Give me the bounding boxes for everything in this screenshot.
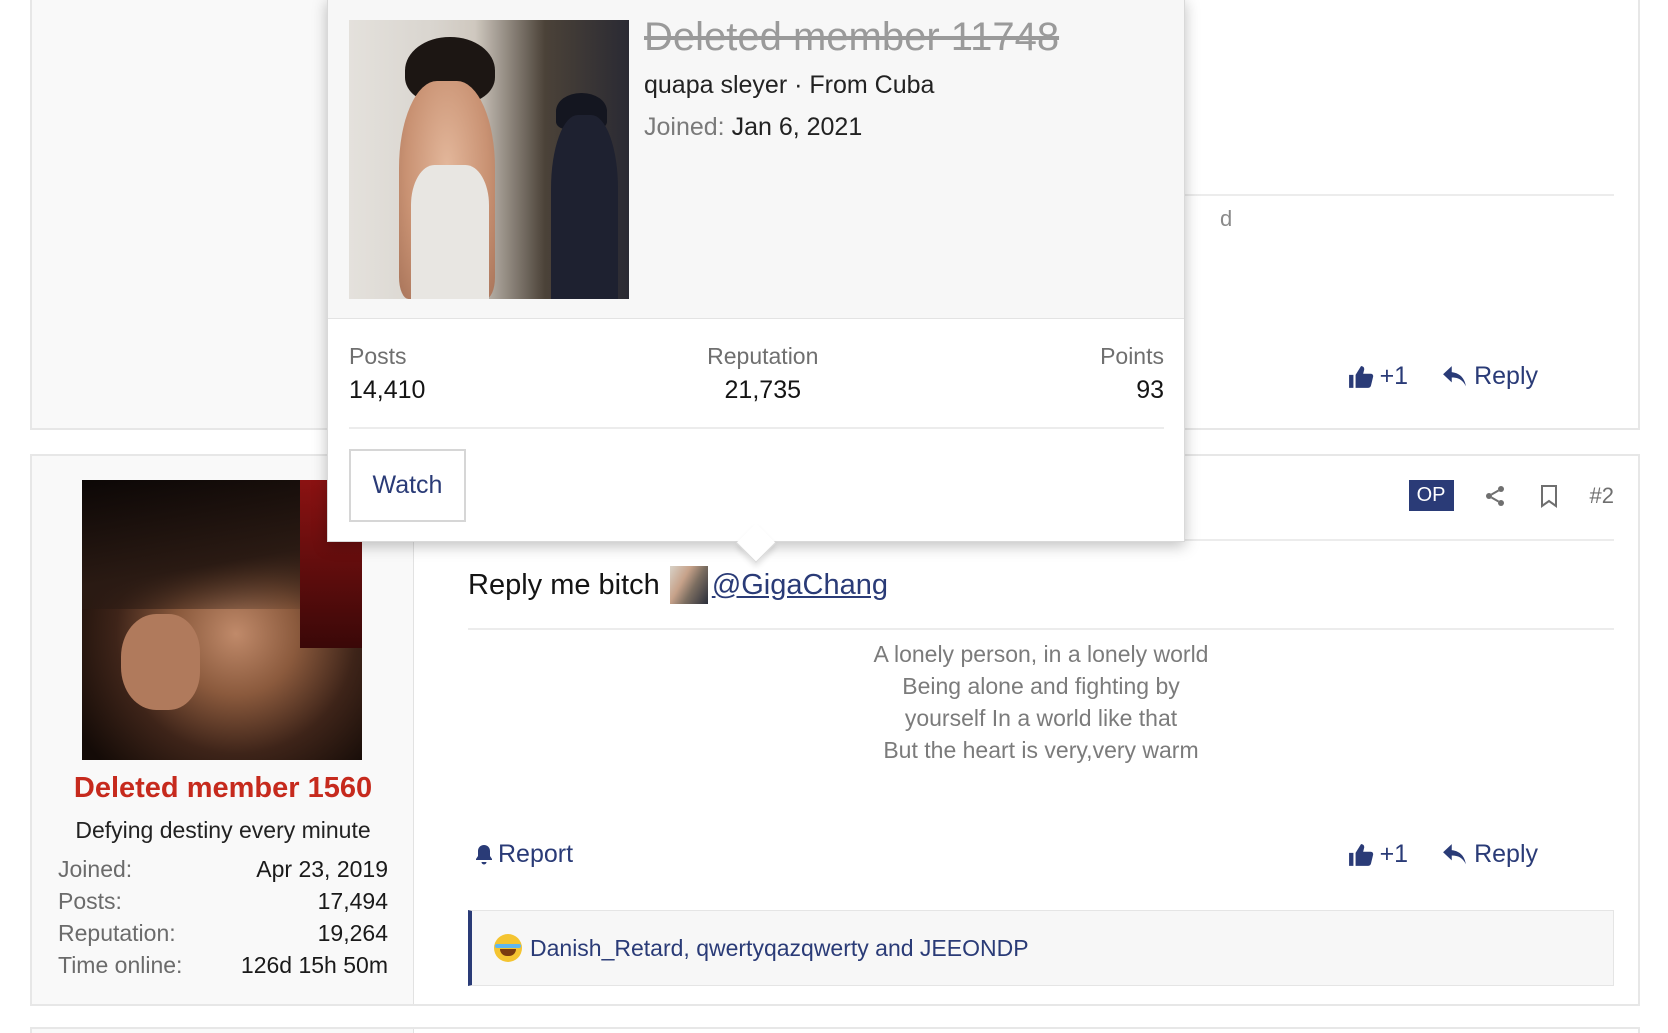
author-stat-posts: Posts: 17,494	[58, 888, 388, 920]
stat-value: 14,410	[349, 376, 426, 404]
tooltip-member-subtitle: quapa sleyer · From Cuba	[644, 71, 935, 99]
post-2-tools: OP #2	[1408, 480, 1614, 511]
thumbs-up-icon	[1348, 365, 1373, 388]
share-icon[interactable]	[1482, 483, 1508, 509]
reaction-users[interactable]: Danish_Retard, qwertyqazqwerty and JEEON…	[530, 935, 1029, 962]
tooltip-stat-points: Points 93	[1100, 343, 1164, 405]
author-name[interactable]: Deleted member 1560	[32, 772, 414, 805]
post-2-message: Reply me bitch @GigaChang	[468, 566, 888, 604]
tooltip-stat-posts: Posts 14,410	[349, 343, 425, 405]
forum-thread-page: d +1 Reply Deleted member 1560 Defying d…	[0, 0, 1668, 1033]
stat-label: Posts	[349, 343, 407, 369]
post-1-like-button[interactable]: +1	[1348, 362, 1409, 391]
stat-value: 126d 15h 50m	[240, 952, 388, 978]
tooltip-member-name[interactable]: Deleted member 11748	[644, 15, 1059, 60]
signature: A lonely person, in a lonely world Being…	[468, 638, 1614, 766]
tooltip-stat-reputation: Reputation 21,735	[707, 343, 818, 405]
post-1-actions: +1 Reply	[1348, 362, 1538, 391]
stat-label: Reputation:	[58, 920, 176, 946]
tooltip-divider	[349, 427, 1164, 429]
op-badge: OP	[1408, 480, 1454, 511]
stat-label: Points	[1100, 343, 1164, 369]
author-stat-joined: Joined: Apr 23, 2019	[58, 856, 388, 888]
author-avatar[interactable]	[82, 480, 362, 760]
post-2-reply-label: Reply	[1474, 840, 1538, 868]
report-label: Report	[498, 840, 574, 868]
stat-label: Joined:	[58, 856, 133, 882]
post-2-reply-button[interactable]: Reply	[1442, 840, 1538, 869]
member-tooltip-card: Deleted member 11748 quapa sleyer · From…	[327, 0, 1185, 563]
reply-icon	[1443, 843, 1466, 864]
joined-label: Joined:	[644, 113, 725, 141]
stat-value: Apr 23, 2019	[256, 856, 388, 882]
post-number-link[interactable]: #2	[1590, 483, 1614, 509]
post-1-reply-label: Reply	[1474, 362, 1538, 390]
user-mention-link[interactable]: @GigaChang	[712, 569, 888, 602]
mention-avatar	[669, 566, 708, 604]
reply-icon	[1443, 365, 1466, 386]
stat-label: Time online:	[58, 952, 183, 978]
post-1-reply-button[interactable]: Reply	[1442, 362, 1538, 391]
stat-label: Reputation	[707, 343, 819, 369]
post-1-text-fragment: d	[1220, 206, 1233, 231]
signature-line: Being alone and fighting by	[902, 673, 1180, 699]
stat-value: 93	[1136, 376, 1164, 404]
avatar-clothing-shape	[410, 165, 489, 299]
author-title: Defying destiny every minute	[75, 817, 371, 843]
post-3-sidebar	[32, 1029, 414, 1033]
signature-line: But the heart is very,very warm	[883, 737, 1199, 763]
post-2-like-button[interactable]: +1	[1348, 840, 1409, 869]
author-stat-reputation: Reputation: 19,264	[58, 920, 388, 952]
bookmark-icon[interactable]	[1536, 483, 1562, 509]
signature-line: yourself In a world like that	[904, 705, 1178, 731]
signature-divider	[468, 628, 1614, 630]
author-stats: Joined: Apr 23, 2019 Posts: 17,494 Reput…	[58, 856, 388, 984]
watch-button[interactable]: Watch	[349, 449, 466, 522]
tooltip-member-avatar[interactable]	[349, 20, 629, 299]
author-stat-time-online: Time online: 126d 15h 50m	[58, 952, 388, 984]
stat-label: Posts:	[58, 888, 122, 914]
avatar-hand-shape	[121, 614, 200, 710]
stat-value: 17,494	[317, 888, 388, 914]
post-2-like-label: +1	[1379, 840, 1409, 868]
avatar-background-figure-shape	[550, 114, 618, 299]
signature-line: A lonely person, in a lonely world	[873, 641, 1209, 667]
tooltip-joined: Joined: Jan 6, 2021	[644, 113, 862, 142]
message-text: Reply me bitch	[468, 568, 660, 601]
post-1-like-label: +1	[1379, 362, 1409, 390]
tooltip-stats: Posts 14,410 Reputation 21,735 Points 93	[349, 343, 1164, 405]
reactions-bar[interactable]: Danish_Retard, qwertyqazqwerty and JEEON…	[468, 910, 1614, 986]
stat-value: 19,264	[317, 920, 388, 946]
bell-icon	[476, 844, 492, 864]
report-link[interactable]: Report	[474, 840, 573, 869]
stat-value: 21,735	[724, 376, 801, 404]
post-2-actions: +1 Reply	[1348, 840, 1538, 869]
post-3	[30, 1027, 1640, 1033]
joined-value: Jan 6, 2021	[731, 113, 863, 141]
crying-laughing-emoji-icon	[494, 934, 522, 962]
thumbs-up-icon	[1348, 843, 1373, 866]
